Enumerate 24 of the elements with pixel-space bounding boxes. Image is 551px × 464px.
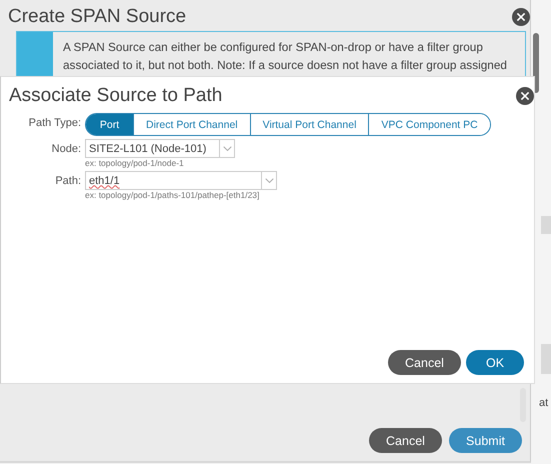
cancel-button[interactable]: Cancel (369, 428, 442, 453)
ok-button[interactable]: OK (466, 350, 524, 375)
dialog-title: Associate Source to Path (9, 85, 222, 107)
field-label: Node: (50, 142, 82, 154)
hint-text: ex: topology/pod-1/paths-101/pathep-[eth1/23] (85, 190, 260, 200)
path-type-tab[interactable]: VPC Component PC (368, 114, 490, 135)
path-type-tab[interactable]: Port (86, 114, 133, 135)
cancel-button[interactable]: Cancel (388, 350, 461, 375)
field-label: Path: (54, 174, 82, 186)
background-panel (541, 344, 551, 374)
submit-button[interactable]: Submit (449, 428, 522, 453)
dropdown-field[interactable]: eth1/1 (85, 171, 277, 190)
scrollbar[interactable] (533, 33, 539, 93)
close-icon[interactable] (516, 87, 534, 105)
background-panel (541, 216, 551, 234)
info-text: A SPAN Source can either be configured for SPAN-on-drop or have a filter group associated to it, but not both. Note: If a source doesn not have a filter group assigned (63, 39, 508, 74)
caret-icon (222, 146, 232, 152)
hint-text: ex: topology/pod-1/node-1 (85, 158, 185, 168)
dialog-title: Create SPAN Source (8, 6, 186, 28)
dropdown-field[interactable]: SITE2-L101 (Node-101) (85, 139, 235, 158)
close-icon[interactable] (512, 8, 530, 26)
field-label: Path Type: (28, 117, 82, 129)
background-text: at (539, 397, 548, 409)
caret-icon (264, 178, 274, 184)
